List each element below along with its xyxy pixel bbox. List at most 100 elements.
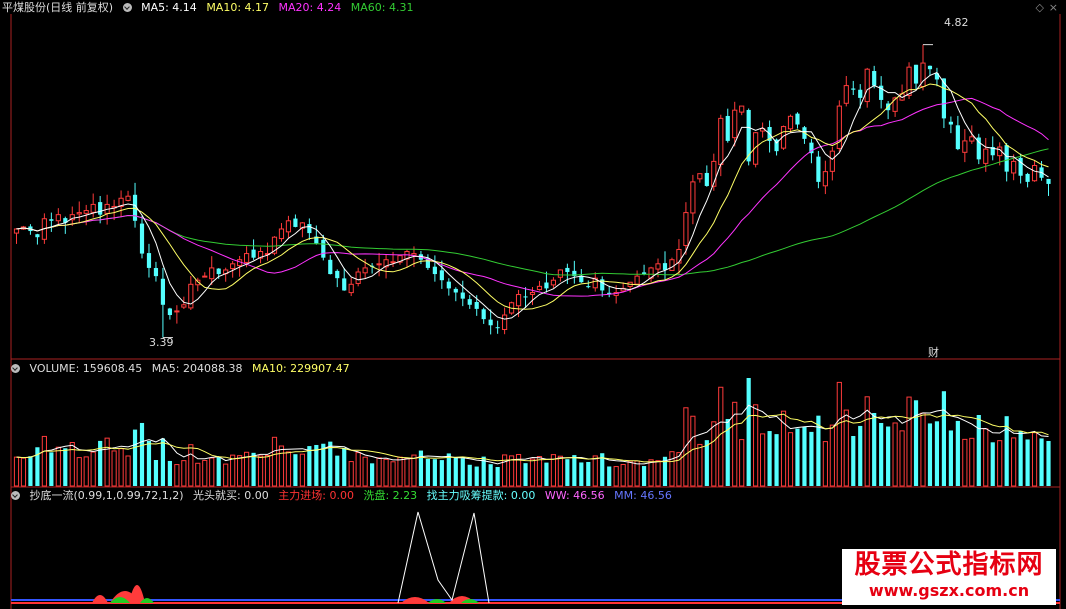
candle-body-down (335, 270, 340, 279)
close-icon[interactable]: × (1049, 1, 1058, 14)
candle-body-down (307, 224, 312, 234)
volume-bar-up (983, 428, 989, 487)
volume-bar-up (592, 455, 598, 487)
volume-panel[interactable] (13, 378, 1051, 487)
candle-body-down (321, 239, 326, 258)
volume-bar-up (620, 464, 626, 487)
volume-bar-up (355, 452, 361, 487)
ma10-line (16, 83, 1049, 310)
volume-bar-down (1018, 430, 1023, 486)
volume-bar-up (264, 454, 271, 487)
volume-bar-up (55, 446, 61, 487)
volume-bar-up (753, 404, 759, 487)
candle-body-up (683, 212, 689, 246)
diamond-icon[interactable]: ◇ (1036, 1, 1044, 14)
volume-bar-down (976, 414, 981, 486)
low-price-label: 3.39 (149, 336, 174, 349)
candle-body-down (913, 64, 919, 84)
candle-body-up (969, 136, 975, 142)
ma20-line (16, 97, 1049, 297)
volume-bar-up (20, 457, 27, 487)
volume-collapse-icon[interactable] (11, 364, 20, 373)
volume-bar-up (397, 456, 403, 487)
candle-body-up (174, 310, 180, 313)
candle-body-down (544, 282, 549, 289)
candle-body-down (328, 259, 333, 275)
candle-body-up (697, 173, 703, 180)
candle-body-down (948, 121, 953, 125)
volume-bar-up (383, 458, 389, 487)
candle-body-down (851, 88, 856, 90)
candle-body-down (446, 281, 451, 289)
volume-bar-down (293, 454, 298, 486)
volume-bar-up (41, 435, 47, 487)
volume-bar-down (153, 460, 159, 486)
candle-body-up (962, 140, 968, 153)
candle-body-up (787, 115, 794, 130)
candle-body-up (690, 181, 696, 214)
candle-body-down (432, 266, 437, 275)
candle-body-down (251, 249, 256, 258)
price-panel[interactable] (13, 44, 1051, 339)
volume-bar-down (544, 462, 549, 486)
candle-body-down (872, 71, 877, 86)
indicator-collapse-icon[interactable] (11, 491, 20, 500)
candle-body-up (634, 275, 640, 285)
volume-bar-down (1025, 439, 1030, 486)
candle-body-down (439, 270, 444, 281)
volume-bar-up (711, 421, 717, 487)
candle-body-up (209, 267, 215, 280)
candle-body-down (453, 288, 458, 293)
volume-bar-down (488, 464, 493, 486)
volume-bar-down (495, 466, 500, 486)
volume-bar-up (655, 460, 661, 487)
watermark-url: www.gszx.com.cn (868, 581, 1030, 600)
mm-label: MM: 46.56 (614, 489, 672, 502)
candle-body-down (167, 308, 172, 316)
candle-body-up (76, 212, 82, 215)
candle-body-up (13, 228, 20, 234)
volume-bar-down (955, 420, 960, 486)
candle-body-down (725, 115, 730, 141)
ma5-label: MA5: 4.14 (141, 1, 197, 14)
volume-bar-down (872, 412, 877, 486)
volume-bar-up (195, 462, 201, 487)
volume-ma5-label: MA5: 204088.38 (151, 362, 243, 375)
volume-bar-down (795, 428, 800, 486)
volume-bar-down (439, 460, 444, 486)
finance-marker[interactable]: 财 (928, 344, 939, 360)
candle-body-up (55, 214, 61, 222)
volume-bar-up (76, 457, 82, 487)
candle-body-up (557, 269, 563, 278)
volume-bar-up (237, 455, 243, 487)
volume-bar-up (348, 461, 354, 487)
volume-ma10-label: MA10: 229907.47 (251, 362, 350, 375)
chart-canvas (10, 14, 1061, 609)
volume-bar-down (941, 391, 947, 486)
candle-body-up (864, 68, 870, 103)
volume-bar-up (1011, 437, 1017, 487)
candle-body-down (1025, 173, 1030, 182)
stock-title[interactable]: 平煤股份(日线 前复权) (2, 1, 113, 14)
volume-bar-down (132, 429, 138, 486)
red-signal-area (401, 597, 429, 603)
volume-bar-up (13, 456, 20, 487)
volume-bar-up (125, 455, 131, 487)
candle-body-down (662, 263, 668, 270)
volume-bar-down (139, 422, 145, 486)
volume-bar-up (836, 381, 842, 487)
volume-bar-up (697, 443, 703, 487)
volume-bar-down (774, 434, 779, 486)
candle-body-down (795, 113, 800, 125)
volume-bar-down (641, 466, 647, 486)
volume-bar-up (997, 440, 1003, 487)
volume-bar-up (271, 436, 278, 487)
volume-bar-up (362, 456, 368, 487)
candle-body-down (467, 299, 472, 305)
candle-body-up (83, 210, 89, 214)
candle-body-down (342, 278, 347, 291)
candle-body-up (390, 261, 396, 264)
collapse-icon[interactable] (122, 3, 132, 12)
candle-body-up (376, 263, 382, 266)
ma60-label: MA60: 4.31 (350, 1, 414, 14)
